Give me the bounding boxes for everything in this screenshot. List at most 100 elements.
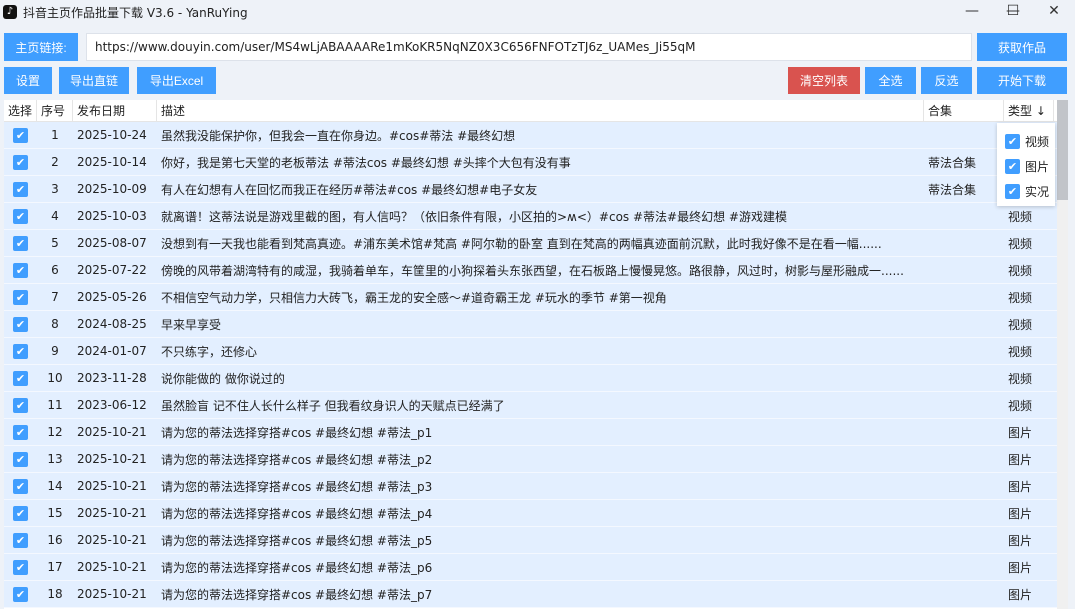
table-row[interactable]: ✔ 16 2025-10-21 请为您的蒂法选择穿搭#cos #最终幻想 #蒂法_p5… (4, 527, 1068, 554)
header-description[interactable]: 描述 (157, 100, 924, 121)
table-row[interactable]: ✔ 11 2023-06-12 虽然脸盲 记不住人长什么样子 但我看纹身识人的天赋点已… (4, 392, 1068, 419)
row-select[interactable]: ✔ (4, 505, 37, 521)
table-row[interactable]: ✔ 17 2025-10-21 请为您的蒂法选择穿搭#cos #最终幻想 #蒂法_p6… (4, 554, 1068, 581)
header-collection[interactable]: 合集 (924, 100, 1004, 121)
table-row[interactable]: ✔ 14 2025-10-21 请为您的蒂法选择穿搭#cos #最终幻想 #蒂法_p3… (4, 473, 1068, 500)
scrollbar[interactable] (1057, 100, 1068, 609)
row-select[interactable]: ✔ (4, 559, 37, 575)
checkbox-checked-icon[interactable]: ✔ (13, 451, 28, 467)
row-index: 3 (51, 182, 59, 196)
row-description: 请为您的蒂法选择穿搭#cos #最终幻想 #蒂法_p6 (161, 560, 433, 575)
row-select[interactable]: ✔ (4, 127, 37, 143)
row-date: 2025-10-21 (77, 560, 147, 574)
settings-button[interactable]: 设置 (4, 67, 52, 94)
scrollbar-thumb[interactable] (1057, 100, 1068, 200)
checkbox-checked-icon[interactable]: ✔ (1005, 159, 1020, 174)
row-select[interactable]: ✔ (4, 343, 37, 359)
row-select[interactable]: ✔ (4, 262, 37, 278)
row-type: 图片 (1008, 587, 1033, 602)
row-select[interactable]: ✔ (4, 289, 37, 305)
row-select[interactable]: ✔ (4, 478, 37, 494)
header-index[interactable]: 序号 (37, 100, 73, 121)
url-input[interactable]: https://www.douyin.com/user/MS4wLjABAAAA… (86, 33, 972, 61)
row-type: 图片 (1008, 560, 1033, 575)
table-row[interactable]: ✔ 18 2025-10-21 请为您的蒂法选择穿搭#cos #最终幻想 #蒂法_p7… (4, 581, 1068, 608)
checkbox-checked-icon[interactable]: ✔ (13, 505, 28, 521)
checkbox-checked-icon[interactable]: ✔ (13, 262, 28, 278)
checkbox-checked-icon[interactable]: ✔ (13, 478, 28, 494)
row-select[interactable]: ✔ (4, 451, 37, 467)
invert-selection-button[interactable]: 反选 (921, 67, 972, 94)
row-select[interactable]: ✔ (4, 532, 37, 548)
filter-image[interactable]: ✔ 图片 (997, 154, 1055, 179)
row-collection: 蒂法合集 (928, 182, 977, 197)
table-row[interactable]: ✔ 6 2025-07-22 傍晚的风带着湖湾特有的咸湿，我骑着单车，车筐里的小狗探着… (4, 257, 1068, 284)
row-date: 2025-10-21 (77, 506, 147, 520)
row-select[interactable]: ✔ (4, 424, 37, 440)
row-description: 请为您的蒂法选择穿搭#cos #最终幻想 #蒂法_p5 (161, 533, 433, 548)
row-description: 请为您的蒂法选择穿搭#cos #最终幻想 #蒂法_p1 (161, 425, 433, 440)
row-select[interactable]: ✔ (4, 370, 37, 386)
row-select[interactable]: ✔ (4, 316, 37, 332)
table-row[interactable]: ✔ 1 2025-10-24 虽然我没能保护你，但我会一直在你身边。#cos#蒂法 #… (4, 122, 1068, 149)
row-index: 8 (51, 317, 59, 331)
header-type[interactable]: 类型 ↓ (1004, 100, 1054, 121)
checkbox-checked-icon[interactable]: ✔ (13, 208, 28, 224)
filter-video[interactable]: ✔ 视频 (997, 129, 1055, 154)
checkbox-checked-icon[interactable]: ✔ (13, 532, 28, 548)
table-row[interactable]: ✔ 7 2025-05-26 不相信空气动力学，只相信力大砖飞，霸王龙的安全感～#道奇… (4, 284, 1068, 311)
checkbox-checked-icon[interactable]: ✔ (13, 181, 28, 197)
checkbox-checked-icon[interactable]: ✔ (1005, 184, 1020, 199)
table-row[interactable]: ✔ 2 2025-10-14 你好，我是第七天堂的老板蒂法 #蒂法cos #最终幻想 … (4, 149, 1068, 176)
row-select[interactable]: ✔ (4, 208, 37, 224)
row-type: 图片 (1008, 506, 1033, 521)
table-row[interactable]: ✔ 5 2025-08-07 没想到有一天我也能看到梵高真迹。#浦东美术馆#梵高 #阿… (4, 230, 1068, 257)
row-type: 图片 (1008, 479, 1033, 494)
export-links-button[interactable]: 导出直链 (59, 67, 129, 94)
row-select[interactable]: ✔ (4, 586, 37, 602)
checkbox-checked-icon[interactable]: ✔ (13, 127, 28, 143)
filter-live[interactable]: ✔ 实况 (997, 179, 1055, 204)
row-index: 12 (47, 425, 63, 439)
row-description: 有人在幻想有人在回忆而我正在经历#蒂法#cos #最终幻想#电子女友 (161, 182, 538, 197)
row-type: 视频 (1008, 398, 1033, 413)
row-index: 7 (51, 290, 59, 304)
table-row[interactable]: ✔ 10 2023-11-28 说你能做的 做你说过的 视频 (4, 365, 1068, 392)
table-row[interactable]: ✔ 15 2025-10-21 请为您的蒂法选择穿搭#cos #最终幻想 #蒂法_p4… (4, 500, 1068, 527)
checkbox-checked-icon[interactable]: ✔ (13, 235, 28, 251)
checkbox-checked-icon[interactable]: ✔ (13, 316, 28, 332)
checkbox-checked-icon[interactable]: ✔ (1005, 134, 1020, 149)
table-row[interactable]: ✔ 12 2025-10-21 请为您的蒂法选择穿搭#cos #最终幻想 #蒂法_p1… (4, 419, 1068, 446)
fetch-works-button[interactable]: 获取作品 (977, 33, 1067, 61)
table-row[interactable]: ✔ 13 2025-10-21 请为您的蒂法选择穿搭#cos #最终幻想 #蒂法_p2… (4, 446, 1068, 473)
start-download-button[interactable]: 开始下载 (977, 67, 1067, 94)
table-row[interactable]: ✔ 3 2025-10-09 有人在幻想有人在回忆而我正在经历#蒂法#cos #最终幻… (4, 176, 1068, 203)
table-row[interactable]: ✔ 8 2024-08-25 早来早享受 视频 (4, 311, 1068, 338)
row-description: 请为您的蒂法选择穿搭#cos #最终幻想 #蒂法_p4 (161, 506, 433, 521)
row-select[interactable]: ✔ (4, 397, 37, 413)
checkbox-checked-icon[interactable]: ✔ (13, 424, 28, 440)
checkbox-checked-icon[interactable]: ✔ (13, 289, 28, 305)
select-all-button[interactable]: 全选 (865, 67, 916, 94)
row-select[interactable]: ✔ (4, 235, 37, 251)
header-select[interactable]: 选择 (4, 100, 37, 121)
table-row[interactable]: ✔ 9 2024-01-07 不只练字，还修心 视频 (4, 338, 1068, 365)
checkbox-checked-icon[interactable]: ✔ (13, 559, 28, 575)
row-select[interactable]: ✔ (4, 181, 37, 197)
checkbox-checked-icon[interactable]: ✔ (13, 397, 28, 413)
checkbox-checked-icon[interactable]: ✔ (13, 343, 28, 359)
header-date[interactable]: 发布日期 (73, 100, 157, 121)
checkbox-checked-icon[interactable]: ✔ (13, 370, 28, 386)
minimize-button[interactable]: — (952, 0, 992, 24)
row-index: 2 (51, 155, 59, 169)
url-label-button[interactable]: 主页链接: (4, 33, 78, 61)
checkbox-checked-icon[interactable]: ✔ (13, 586, 28, 602)
maximize-button[interactable]: ☐ (993, 0, 1033, 24)
clear-list-button[interactable]: 清空列表 (788, 67, 860, 94)
checkbox-checked-icon[interactable]: ✔ (13, 154, 28, 170)
export-excel-button[interactable]: 导出Excel (137, 67, 216, 94)
close-button[interactable]: ✕ (1034, 0, 1074, 24)
table-row[interactable]: ✔ 4 2025-10-03 就离谱！这蒂法说是游戏里截的图，有人信吗？（依旧条件有限… (4, 203, 1068, 230)
row-select[interactable]: ✔ (4, 154, 37, 170)
row-index: 9 (51, 344, 59, 358)
